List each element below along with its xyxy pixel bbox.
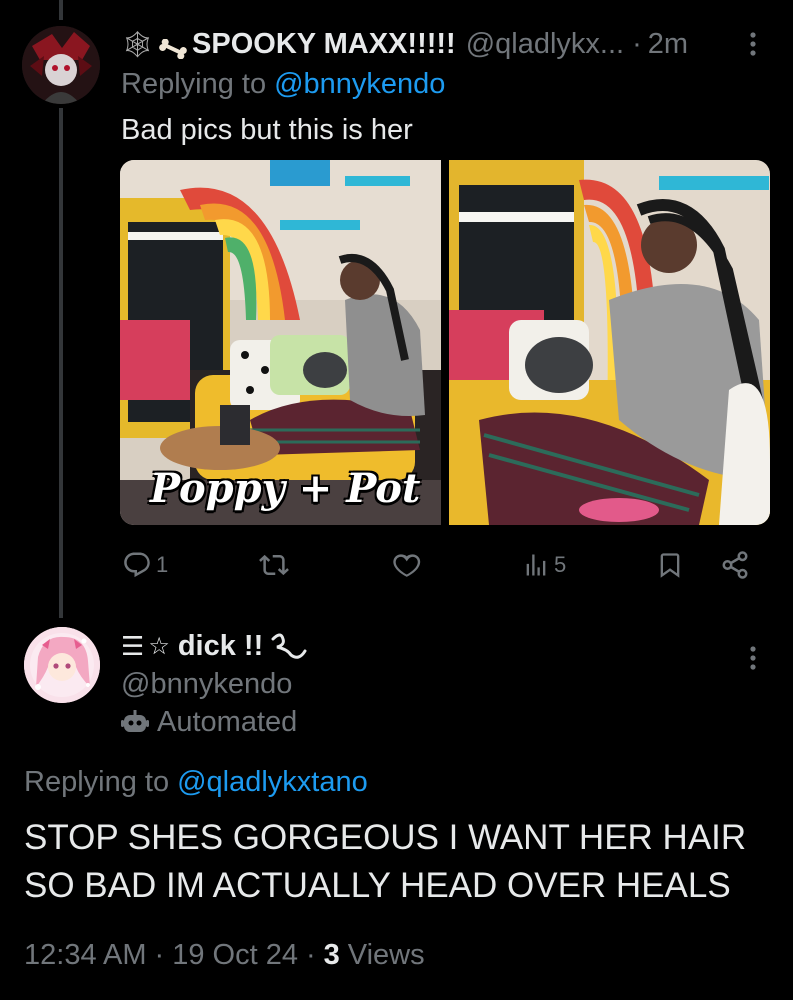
photo-image	[449, 160, 770, 525]
bookmark-button[interactable]	[656, 550, 684, 580]
tweet-date[interactable]: 19 Oct 24	[172, 939, 298, 972]
user-handle-row: @bnnykendo	[121, 666, 292, 702]
user-handle[interactable]: @qladlykx...	[466, 28, 624, 61]
tweet-photo-2[interactable]	[449, 160, 770, 525]
spider-web-icon: 🕸	[121, 28, 155, 59]
retweet-icon	[259, 554, 289, 576]
thread-connector-line	[59, 0, 63, 20]
tail-swirl-icon	[269, 631, 309, 661]
tweet-text: Bad pics but this is her	[121, 112, 413, 148]
retweet-button[interactable]	[258, 550, 290, 580]
photo-caption: Poppy + Pot	[150, 465, 421, 512]
tweet-photo-1[interactable]: Poppy + Pot	[120, 160, 441, 525]
avatar[interactable]	[24, 627, 100, 703]
display-name[interactable]: SPOOKY MAXX!!!!!	[192, 28, 456, 61]
replying-handle-link[interactable]: @bnnykendo	[274, 68, 445, 101]
tweet-header: 🕸 SPOOKY MAXX!!!!! @qladlykx... · 2m	[121, 26, 688, 62]
reply-count: 1	[156, 552, 169, 577]
tweet-text: STOP SHES GORGEOUS I WANT HER HAIR SO BA…	[24, 814, 784, 910]
display-name[interactable]: dick !!	[178, 630, 263, 663]
views-count: 5	[554, 552, 567, 577]
share-button[interactable]	[720, 550, 750, 580]
reply-button[interactable]: 1	[122, 550, 168, 580]
views-count: 3	[323, 938, 340, 971]
separator-dot: ·	[154, 938, 165, 971]
tweet-meta: 12:34 AM · 19 Oct 24 · 3 Views	[24, 937, 425, 973]
like-button[interactable]	[392, 550, 422, 580]
replying-prefix: Replying to	[24, 765, 170, 798]
tweet-body-line-1: STOP SHES GORGEOUS I WANT HER HAIR	[24, 818, 747, 857]
replying-prefix: Replying to	[121, 67, 267, 100]
replying-handle-link[interactable]: @qladlykxtano	[177, 766, 368, 799]
triple-bar-icon: ☰	[121, 630, 145, 661]
views-label: Views	[347, 938, 425, 971]
reply-icon	[124, 552, 150, 578]
timestamp[interactable]: 2m	[648, 28, 688, 61]
thread-connector-line	[59, 108, 63, 618]
heart-icon	[393, 554, 421, 577]
share-icon	[722, 551, 748, 579]
separator-dot: ·	[632, 27, 642, 60]
replying-to: Replying to @bnnykendo	[121, 66, 445, 102]
views-chart-icon	[526, 554, 546, 576]
tweet-time[interactable]: 12:34 AM	[24, 939, 147, 972]
star-icon: ☆	[148, 632, 170, 660]
separator-dot: ·	[305, 938, 316, 971]
tweet-header: ☰ ☆ dick !!	[121, 628, 309, 664]
bone-icon	[158, 34, 188, 60]
avatar-image	[24, 627, 100, 703]
replying-to: Replying to @qladlykxtano	[24, 764, 368, 800]
automated-label: Automated	[157, 705, 298, 738]
more-options-icon[interactable]	[746, 640, 760, 676]
views-button[interactable]: 5	[522, 550, 566, 580]
bookmark-icon	[660, 553, 680, 578]
more-options-icon[interactable]	[746, 26, 760, 62]
tweet-body: Bad pics but this is her	[121, 113, 413, 146]
robot-icon	[121, 708, 149, 736]
tweet-body-line-2: SO BAD IM ACTUALLY HEAD OVER HEALS	[24, 866, 731, 905]
user-handle[interactable]: @bnnykendo	[121, 668, 292, 701]
avatar[interactable]	[22, 26, 100, 104]
automated-label-row: Automated	[121, 704, 297, 740]
avatar-image	[22, 26, 100, 104]
